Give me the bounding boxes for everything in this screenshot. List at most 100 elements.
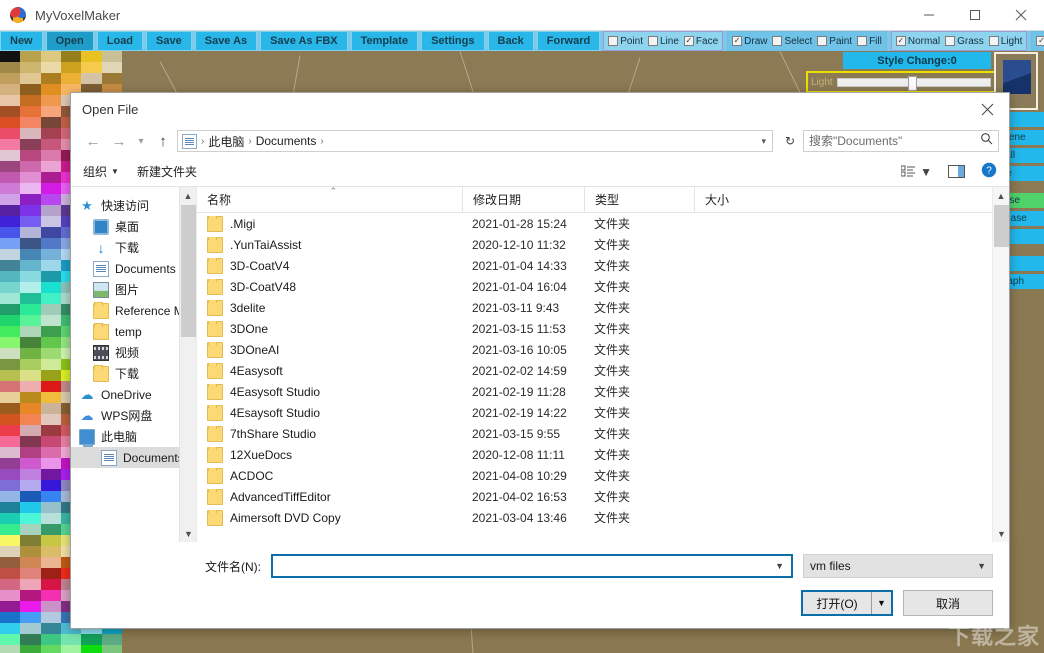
scroll-up-icon[interactable]: ▲ bbox=[993, 187, 1009, 204]
palette-swatch[interactable] bbox=[20, 326, 40, 337]
sidebar-item-4[interactable]: 图片📌 bbox=[71, 279, 196, 300]
palette-swatch[interactable] bbox=[41, 194, 61, 205]
sidebar-item-7[interactable]: 视频 bbox=[71, 342, 196, 363]
palette-swatch[interactable] bbox=[0, 557, 20, 568]
palette-swatch[interactable] bbox=[0, 337, 20, 348]
palette-swatch[interactable] bbox=[41, 491, 61, 502]
palette-swatch[interactable] bbox=[0, 106, 20, 117]
palette-swatch[interactable] bbox=[20, 392, 40, 403]
open-button[interactable]: 打开(O) ▼ bbox=[801, 590, 893, 616]
palette-swatch[interactable] bbox=[41, 249, 61, 260]
palette-swatch[interactable] bbox=[20, 403, 40, 414]
palette-swatch[interactable] bbox=[41, 227, 61, 238]
checkbox-normal[interactable]: ✓Normal bbox=[896, 36, 940, 47]
palette-swatch[interactable] bbox=[20, 205, 40, 216]
palette-swatch[interactable] bbox=[20, 150, 40, 161]
palette-swatch[interactable] bbox=[0, 414, 20, 425]
palette-swatch[interactable] bbox=[0, 304, 20, 315]
table-row[interactable]: 12XueDocs2020-12-08 11:11文件夹 bbox=[197, 444, 1009, 465]
palette-swatch[interactable] bbox=[102, 645, 122, 653]
palette-swatch[interactable] bbox=[81, 73, 101, 84]
checkbox-checked-icon[interactable]: ✓ bbox=[732, 36, 742, 46]
palette-swatch[interactable] bbox=[0, 546, 20, 557]
menu-button-new[interactable]: New bbox=[0, 31, 43, 51]
column-header-size[interactable]: 大小 bbox=[694, 187, 774, 213]
palette-swatch[interactable] bbox=[0, 491, 20, 502]
palette-swatch[interactable] bbox=[0, 51, 20, 62]
table-row[interactable]: 7thShare Studio2021-03-15 9:55文件夹 bbox=[197, 423, 1009, 444]
palette-swatch[interactable] bbox=[0, 227, 20, 238]
palette-swatch[interactable] bbox=[20, 381, 40, 392]
palette-swatch[interactable] bbox=[41, 634, 61, 645]
palette-swatch[interactable] bbox=[20, 359, 40, 370]
palette-swatch[interactable] bbox=[0, 205, 20, 216]
sidebar-item-5[interactable]: Reference Mar bbox=[71, 300, 196, 321]
menu-button-template[interactable]: Template bbox=[351, 31, 418, 51]
checkbox-face[interactable]: ✓Face bbox=[684, 36, 718, 47]
column-header-type[interactable]: 类型 bbox=[584, 187, 694, 213]
palette-swatch[interactable] bbox=[41, 293, 61, 304]
palette-swatch[interactable] bbox=[81, 51, 101, 62]
palette-swatch[interactable] bbox=[0, 249, 20, 260]
sidebar-scrollbar[interactable]: ▲ ▼ bbox=[179, 187, 196, 542]
palette-swatch[interactable] bbox=[41, 95, 61, 106]
search-input[interactable] bbox=[809, 134, 976, 148]
palette-swatch[interactable] bbox=[20, 513, 40, 524]
sidebar-scroll-thumb[interactable] bbox=[181, 205, 196, 337]
forward-button[interactable]: → bbox=[107, 130, 131, 152]
palette-swatch[interactable] bbox=[41, 238, 61, 249]
palette-swatch[interactable] bbox=[0, 348, 20, 359]
organize-button[interactable]: 组织 ▼ bbox=[83, 163, 119, 180]
palette-swatch[interactable] bbox=[0, 502, 20, 513]
palette-swatch[interactable] bbox=[0, 612, 20, 623]
scroll-up-icon[interactable]: ▲ bbox=[180, 187, 196, 204]
palette-swatch[interactable] bbox=[20, 414, 40, 425]
palette-swatch[interactable] bbox=[0, 359, 20, 370]
recent-locations-button[interactable]: ▾ bbox=[133, 130, 149, 152]
palette-swatch[interactable] bbox=[41, 216, 61, 227]
palette-swatch[interactable] bbox=[20, 425, 40, 436]
palette-swatch[interactable] bbox=[0, 117, 20, 128]
sidebar-item-12[interactable]: Documents bbox=[71, 447, 196, 468]
caret-down-icon[interactable]: ▼ bbox=[871, 592, 891, 614]
style-change-button[interactable]: Style Change:0 bbox=[843, 52, 991, 69]
palette-swatch[interactable] bbox=[20, 645, 40, 653]
palette-swatch[interactable] bbox=[61, 73, 81, 84]
palette-swatch[interactable] bbox=[41, 612, 61, 623]
palette-swatch[interactable] bbox=[41, 370, 61, 381]
palette-swatch[interactable] bbox=[41, 623, 61, 634]
palette-swatch[interactable] bbox=[20, 447, 40, 458]
back-button[interactable]: ← bbox=[81, 130, 105, 152]
light-slider-knob[interactable] bbox=[908, 76, 917, 91]
palette-swatch[interactable] bbox=[20, 260, 40, 271]
palette-swatch[interactable] bbox=[20, 546, 40, 557]
file-type-filter[interactable]: vm files ▼ bbox=[803, 554, 993, 578]
palette-swatch[interactable] bbox=[81, 645, 101, 653]
palette-swatch[interactable] bbox=[0, 645, 20, 653]
preview-pane-icon[interactable] bbox=[948, 165, 965, 178]
chevron-down-icon[interactable]: ▼ bbox=[920, 165, 932, 179]
table-row[interactable]: 3delite2021-03-11 9:43文件夹 bbox=[197, 297, 1009, 318]
palette-swatch[interactable] bbox=[20, 249, 40, 260]
palette-swatch[interactable] bbox=[41, 172, 61, 183]
palette-swatch[interactable] bbox=[0, 590, 20, 601]
palette-swatch[interactable] bbox=[0, 579, 20, 590]
palette-swatch[interactable] bbox=[20, 348, 40, 359]
checkbox-grass[interactable]: Grass bbox=[945, 36, 984, 47]
palette-swatch[interactable] bbox=[20, 161, 40, 172]
checkbox-draw[interactable]: ✓Draw bbox=[732, 36, 767, 47]
table-row[interactable]: 3D-CoatV42021-01-04 14:33文件夹 bbox=[197, 255, 1009, 276]
palette-swatch[interactable] bbox=[20, 84, 40, 95]
menu-button-save-as[interactable]: Save As bbox=[195, 31, 257, 51]
chevron-down-icon[interactable]: ▾ bbox=[761, 136, 768, 147]
table-row[interactable]: Aimersoft DVD Copy2021-03-04 13:46文件夹 bbox=[197, 507, 1009, 528]
palette-swatch[interactable] bbox=[0, 271, 20, 282]
menu-button-open[interactable]: Open bbox=[46, 31, 94, 51]
palette-swatch[interactable] bbox=[0, 84, 20, 95]
palette-swatch[interactable] bbox=[0, 403, 20, 414]
palette-swatch[interactable] bbox=[41, 359, 61, 370]
table-row[interactable]: 4Esaysoft Studio2021-02-19 14:22文件夹 bbox=[197, 402, 1009, 423]
palette-swatch[interactable] bbox=[0, 150, 20, 161]
palette-swatch[interactable] bbox=[41, 326, 61, 337]
up-button[interactable]: ↑ bbox=[151, 130, 175, 152]
